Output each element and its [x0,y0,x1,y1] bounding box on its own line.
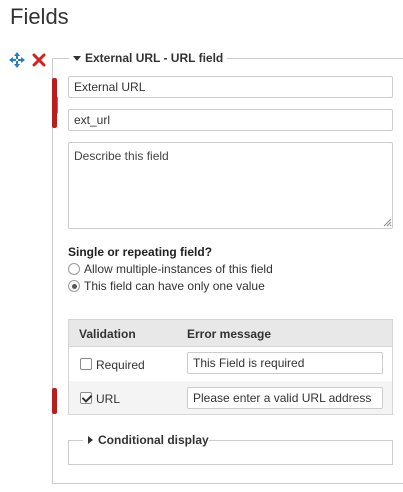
collapse-caret-icon [73,55,81,61]
radio-allow-multiple[interactable]: Allow multiple-instances of this field [68,262,273,276]
conditional-display-toggle[interactable]: Conditional display [88,433,209,447]
url-checkbox[interactable] [80,392,92,404]
header-error-message: Error message [187,327,272,341]
table-row: URL [69,381,392,414]
expand-caret-icon [88,436,93,444]
url-label: URL [96,392,121,406]
annotation-mark [52,388,57,414]
radio-label: Allow multiple-instances of this field [84,262,273,276]
header-validation: Validation [79,327,136,341]
radio-button[interactable] [68,263,80,275]
move-icon[interactable] [9,52,25,68]
radio-single-value[interactable]: This field can have only one value [68,279,265,293]
validation-table-header: Validation Error message [69,320,392,347]
field-panel-legend[interactable]: External URL - URL field [69,51,228,65]
delete-icon[interactable] [32,53,46,67]
table-row: Required [69,348,392,381]
field-name-input[interactable] [68,109,393,131]
field-label-input[interactable] [68,76,393,98]
required-error-input[interactable] [187,352,383,374]
required-checkbox[interactable] [80,358,92,370]
field-panel-title: External URL - URL field [85,51,224,65]
radio-label: This field can have only one value [84,279,265,293]
page-title: Fields [10,4,69,29]
field-description-textarea[interactable] [68,142,393,229]
repeat-question: Single or repeating field? [68,245,213,259]
radio-button-selected[interactable] [68,280,80,292]
url-error-input[interactable] [187,387,383,409]
required-label: Required [96,358,145,372]
resize-grip-icon[interactable] [382,217,392,227]
annotation-mark [54,96,58,114]
conditional-display-label: Conditional display [98,433,209,447]
